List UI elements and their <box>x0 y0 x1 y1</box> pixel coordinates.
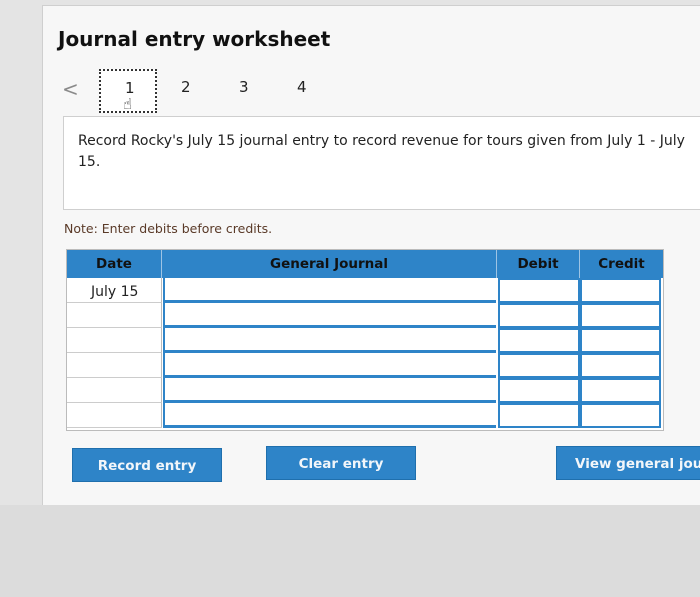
account-input[interactable] <box>163 303 496 328</box>
header-date: Date <box>67 250 162 278</box>
credit-input[interactable] <box>580 328 661 353</box>
debit-input[interactable] <box>498 403 580 428</box>
account-input[interactable] <box>163 328 496 353</box>
hand-pointer-icon: ☝ <box>123 95 133 113</box>
account-input[interactable] <box>163 353 496 378</box>
debit-input[interactable] <box>498 328 580 353</box>
instruction-box: Record Rocky's July 15 journal entry to … <box>63 116 700 210</box>
background-area <box>0 505 700 597</box>
page-title: Journal entry worksheet <box>58 27 331 51</box>
credit-input[interactable] <box>580 378 661 403</box>
account-input[interactable] <box>163 378 496 403</box>
date-cell <box>67 353 162 378</box>
header-general-journal: General Journal <box>162 250 497 278</box>
tab-page-3[interactable]: 3 <box>239 78 249 96</box>
header-debit: Debit <box>497 250 580 278</box>
account-input[interactable] <box>163 278 496 303</box>
tab-page-1[interactable]: 1 ☝ <box>99 69 157 113</box>
note-text: Note: Enter debits before credits. <box>64 221 273 236</box>
date-cell: July 15 <box>67 278 162 303</box>
date-cell <box>67 378 162 403</box>
journal-table: Date General Journal Debit Credit July 1… <box>66 249 664 431</box>
clear-entry-button[interactable]: Clear entry <box>266 446 416 480</box>
debit-input[interactable] <box>498 303 580 328</box>
credit-input[interactable] <box>580 303 661 328</box>
instruction-text: Record Rocky's July 15 journal entry to … <box>78 133 685 170</box>
record-entry-button[interactable]: Record entry <box>72 448 222 482</box>
credit-input[interactable] <box>580 353 661 378</box>
tab-page-2[interactable]: 2 <box>181 78 191 96</box>
debit-input[interactable] <box>498 378 580 403</box>
header-credit: Credit <box>580 250 663 278</box>
date-cell <box>67 403 162 428</box>
credit-input[interactable] <box>580 403 661 428</box>
view-general-journal-button[interactable]: View general journa <box>556 446 700 480</box>
date-cell <box>67 328 162 353</box>
tab-page-4[interactable]: 4 <box>297 78 307 96</box>
credit-input[interactable] <box>580 278 661 303</box>
date-cell <box>67 303 162 328</box>
account-input[interactable] <box>163 403 496 428</box>
debit-input[interactable] <box>498 278 580 303</box>
chevron-left-icon[interactable]: < <box>62 77 79 101</box>
debit-input[interactable] <box>498 353 580 378</box>
